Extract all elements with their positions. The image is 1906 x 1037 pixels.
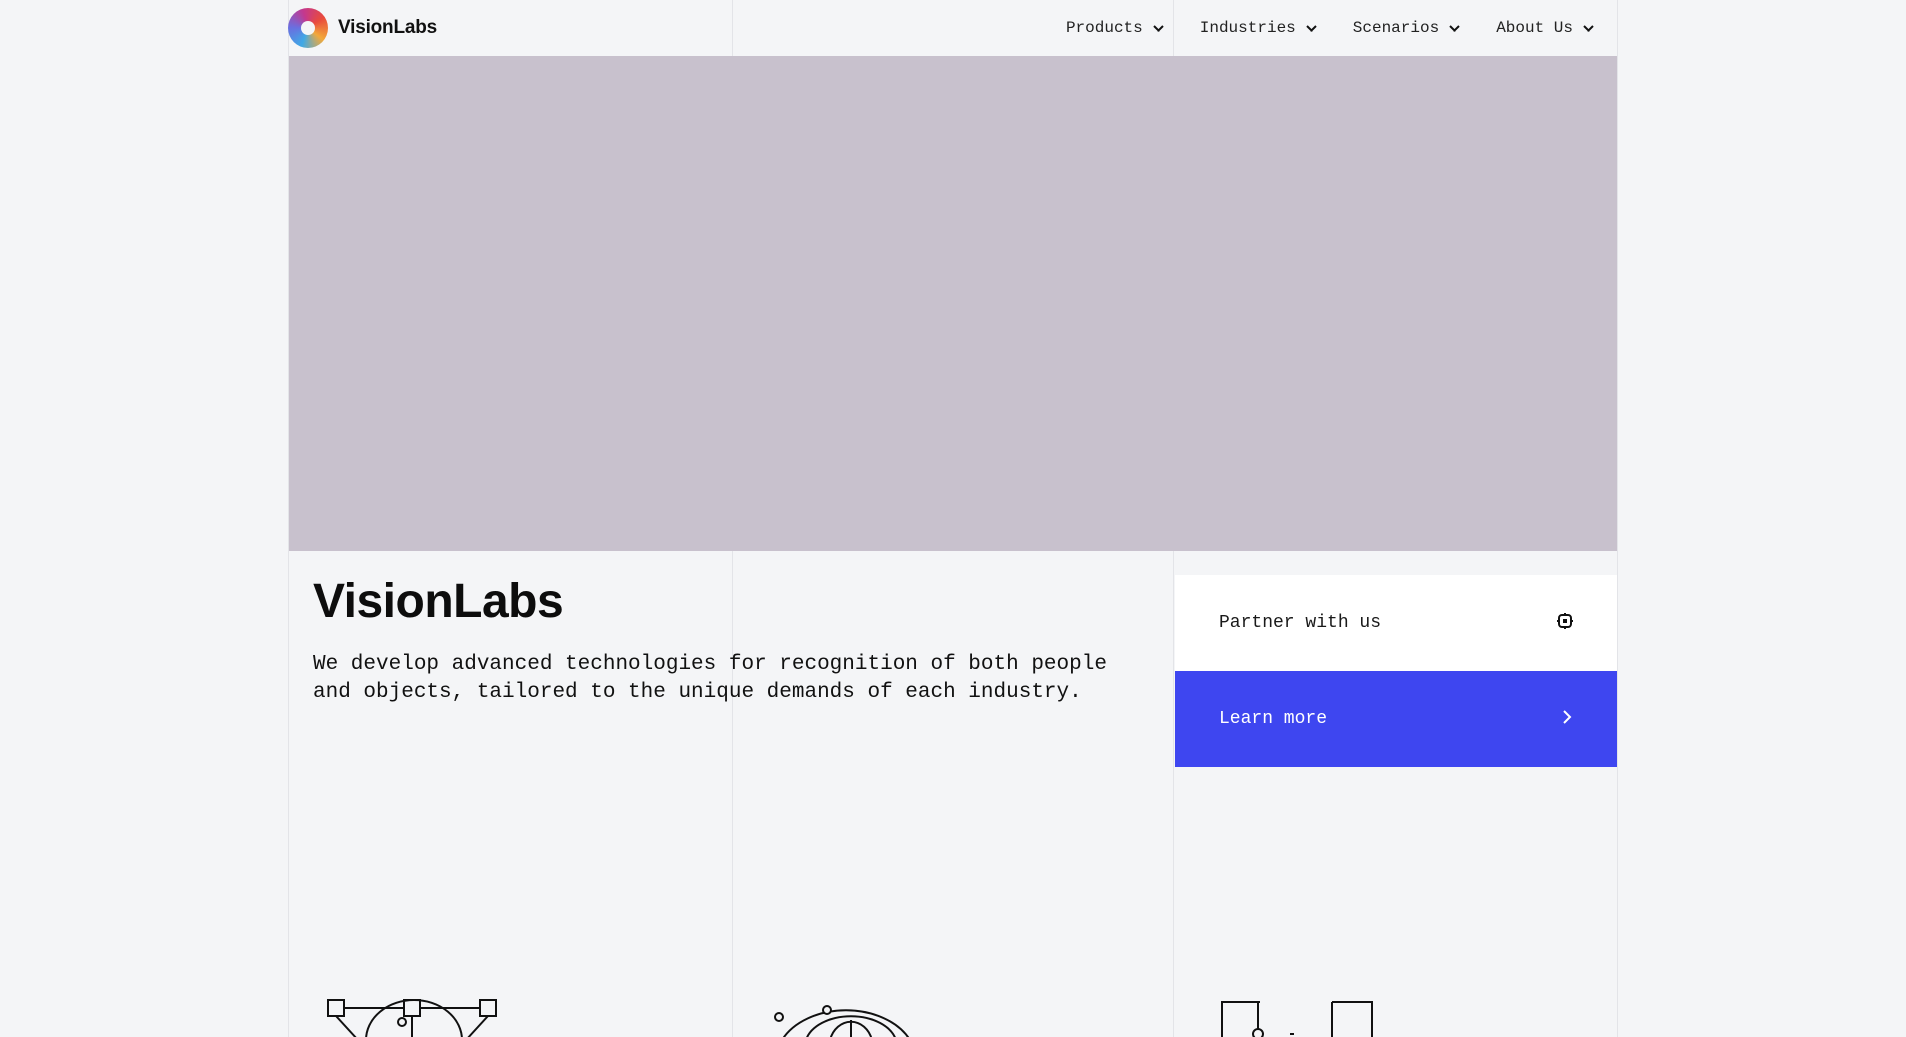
partner-button-label: Partner with us xyxy=(1219,613,1382,633)
target-icon xyxy=(1557,612,1573,634)
nav-item-label: Industries xyxy=(1199,19,1296,37)
network-illustration-icon xyxy=(326,990,502,1037)
chevron-down-icon xyxy=(1583,23,1594,34)
intro-section: VisionLabs We develop advanced technolog… xyxy=(313,574,1173,707)
nav-item-about-us[interactable]: About Us xyxy=(1496,19,1594,37)
learn-more-button[interactable]: Learn more xyxy=(1175,671,1617,767)
globe-illustration-icon xyxy=(770,990,920,1037)
learn-more-label: Learn more xyxy=(1219,709,1328,729)
chevron-down-icon xyxy=(1153,23,1164,34)
tagline: We develop advanced technologies for rec… xyxy=(313,653,1107,704)
nav-item-label: About Us xyxy=(1496,19,1573,37)
nav-item-label: Scenarios xyxy=(1352,19,1440,37)
nav-item-products[interactable]: Products xyxy=(1066,19,1164,37)
chevron-right-icon xyxy=(1561,709,1573,730)
site-header: VisionLabs Products Industries Scenarios… xyxy=(288,0,1618,56)
logo-icon xyxy=(288,8,328,48)
main-nav: Products Industries Scenarios About Us xyxy=(1030,0,1594,56)
logo-link[interactable]: VisionLabs xyxy=(288,8,437,48)
page-title: VisionLabs xyxy=(313,575,564,628)
partner-with-us-button[interactable]: Partner with us xyxy=(1175,575,1617,671)
chevron-down-icon xyxy=(1306,23,1317,34)
device-illustration-icon xyxy=(1220,990,1380,1037)
nav-item-label: Products xyxy=(1065,19,1143,37)
logo-text: VisionLabs xyxy=(338,17,438,38)
nav-item-scenarios[interactable]: Scenarios xyxy=(1353,19,1460,37)
hero-image xyxy=(289,56,1617,551)
nav-item-industries[interactable]: Industries xyxy=(1200,19,1317,37)
chevron-down-icon xyxy=(1449,23,1460,34)
grid-line xyxy=(1617,0,1618,1037)
